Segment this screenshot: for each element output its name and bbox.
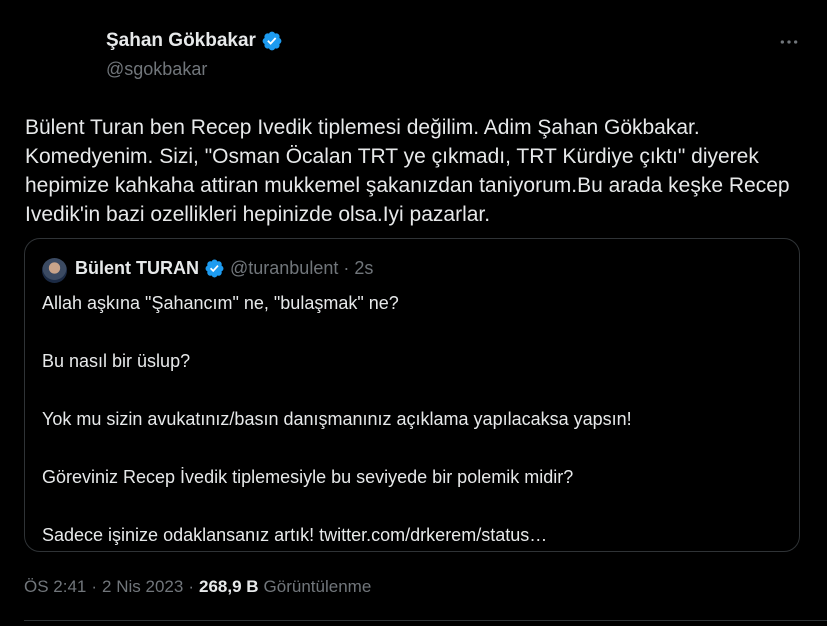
quote-header: Bülent TURAN @turanbulent · 2s xyxy=(75,258,373,279)
tweet-date[interactable]: 2 Nis 2023 xyxy=(102,577,183,597)
author-avatar[interactable] xyxy=(24,24,88,88)
views-count: 268,9 B xyxy=(199,577,259,596)
quoted-tweet[interactable]: Bülent TURAN @turanbulent · 2s Allah aşk… xyxy=(24,238,800,552)
tweet-meta: ÖS 2:41 · 2 Nis 2023 · 268,9 B Görüntüle… xyxy=(24,577,371,597)
quote-author-handle: @turanbulent xyxy=(230,258,339,278)
verified-badge-icon xyxy=(205,259,224,278)
quote-author-name: Bülent TURAN xyxy=(75,258,199,278)
quote-line: Yok mu sizin avukatınız/basın danışmanın… xyxy=(42,409,632,429)
quote-line: Allah aşkına "Şahancım" ne, "bulaşmak" n… xyxy=(42,293,399,313)
quote-author-avatar xyxy=(42,258,67,283)
more-horizontal-icon xyxy=(780,40,798,44)
quote-line xyxy=(42,318,787,347)
quote-line: Bu nasıl bir üslup? xyxy=(42,351,191,371)
views-label: Görüntülenme xyxy=(263,577,372,596)
more-options-button[interactable] xyxy=(777,30,801,54)
quote-line xyxy=(42,376,787,405)
quote-line: Sadece işinize odaklansanız artık! twitt… xyxy=(42,525,548,545)
author-name[interactable]: Şahan Gökbakar xyxy=(106,30,256,52)
meta-separator: · xyxy=(188,577,194,596)
meta-separator: · xyxy=(91,577,98,596)
quote-line: Göreviniz Recep İvedik tiplemesiyle bu s… xyxy=(42,467,574,487)
quote-line xyxy=(42,434,787,463)
tweet-text: Bülent Turan ben Recep Ivedik tiplemesi … xyxy=(25,116,796,226)
author-handle[interactable]: @sgokbakar xyxy=(106,59,207,80)
verified-badge-icon xyxy=(262,31,282,51)
quote-text: Allah aşkına "Şahancım" ne, "bulaşmak" n… xyxy=(42,289,787,550)
quote-line xyxy=(42,492,787,521)
quote-timestamp: 2s xyxy=(354,258,374,278)
author-name-row[interactable]: Şahan Gökbakar xyxy=(106,30,283,52)
quote-separator: · xyxy=(343,258,350,278)
divider xyxy=(24,620,827,621)
tweet-time[interactable]: ÖS 2:41 xyxy=(24,577,86,597)
